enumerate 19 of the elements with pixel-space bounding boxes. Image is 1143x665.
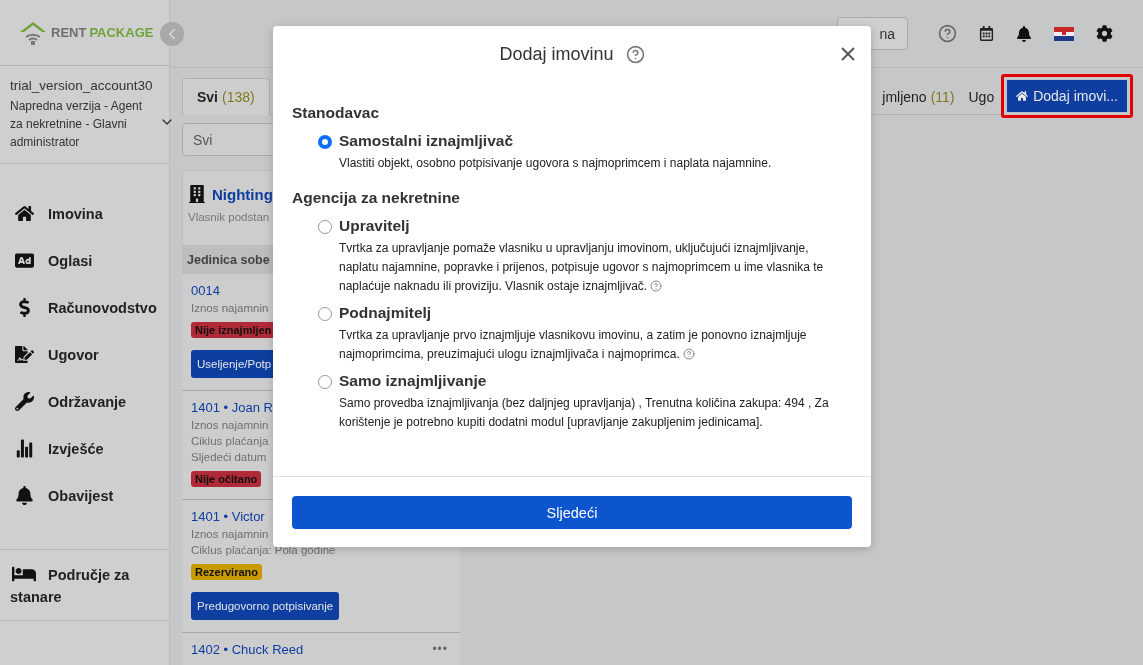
unit-detail: Ciklus plaćanja [191,435,269,447]
dialog-title: Dodaj imovinu [499,43,614,65]
unit-detail: Iznos najamnin [191,302,269,314]
option-description: Tvrtka za upravljanje prvo iznajmljuje vlasnikovu imovinu, a zatim je ponovno iznajmljuje najmoprimcima, preuzimajući ulogu iznajmljivača i najmoprimca. [339,327,808,363]
property-subtitle: Vlasnik podstan [188,211,271,223]
status-tag: Nije očitano [191,471,262,487]
unit-detail: Sljedeći datum [191,451,267,463]
status-tag: Rezervirano [191,564,262,580]
account-username: trial_version_account30 [10,78,154,93]
section-heading: Agencija za nekretnine [292,189,461,207]
unit-detail: Iznos najamnin [191,528,269,540]
status-tag: Nije iznajmljen [191,322,276,338]
section-heading: Stanodavac [292,104,380,122]
brand-name: PACKAGE [89,25,154,40]
brand-name: RENT [51,25,87,40]
account-role: Napredna verzija - Agent za nekretnine - Glavni administrator [10,98,144,151]
option-description: Vlastiti objekt, osobno potpisivanje ugovora s najmoprimcem i naplata najamnine. [339,155,773,172]
option-description: Samo provedba iznajmljivanja (bez daljnjeg upravljanja) , Trenutna količina zakupa: 494 , Za korištenje je potrebno kupiti dodatni modul [upravljanje zakupljenim jedinicama]. [339,395,830,431]
unit-detail: Iznos najamnin [191,419,269,431]
